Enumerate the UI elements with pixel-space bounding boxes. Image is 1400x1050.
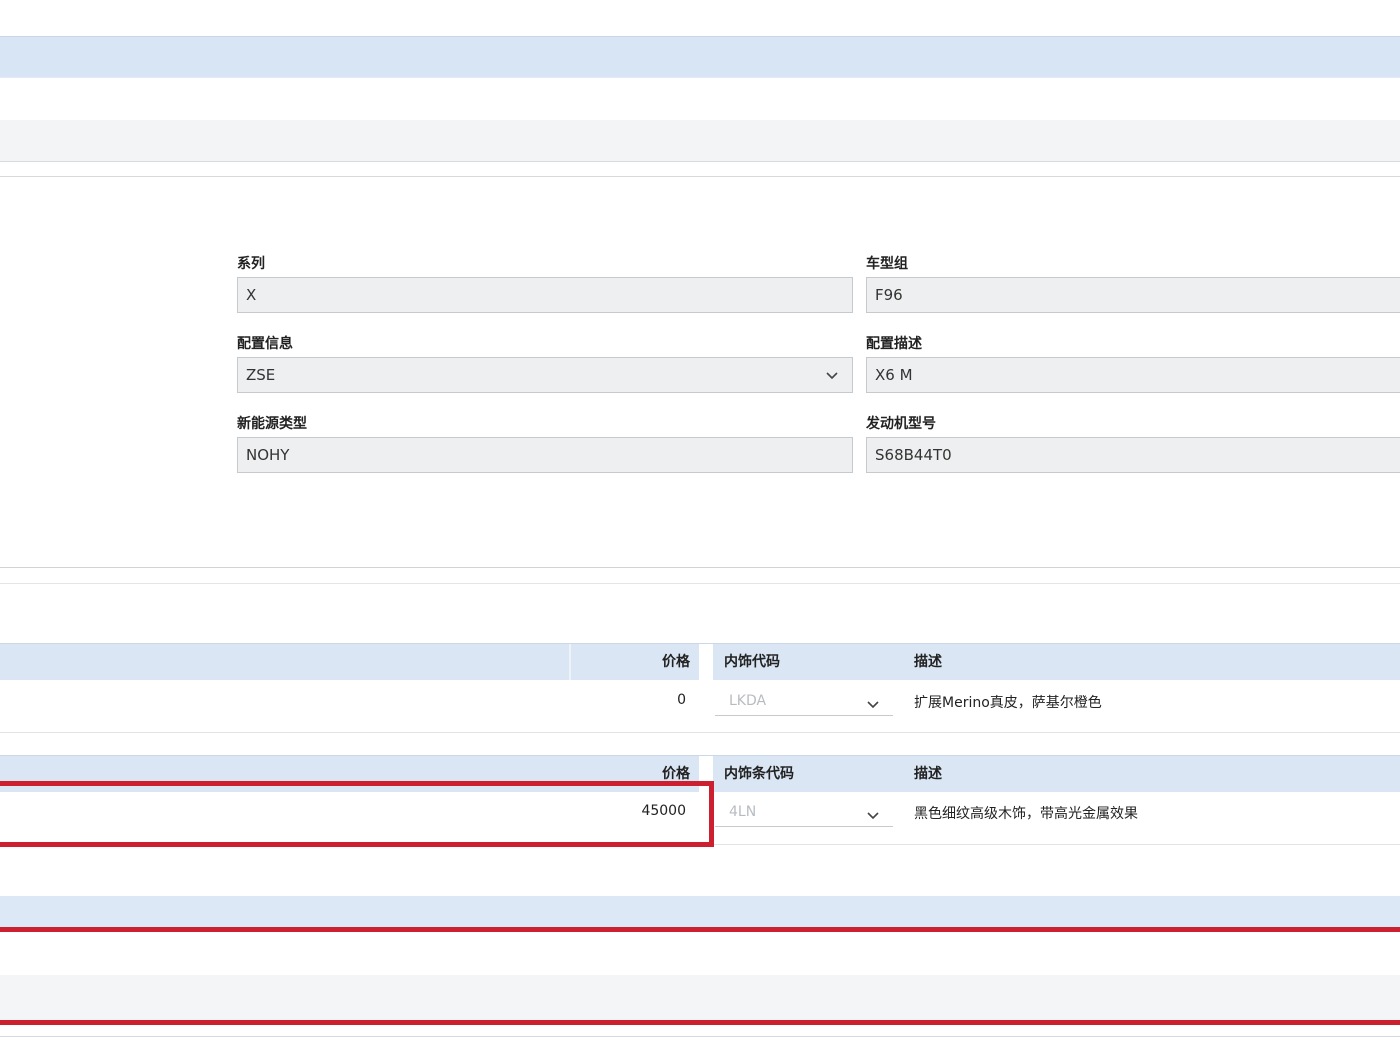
divider (0, 567, 1400, 568)
price-header[interactable]: 价格 (600, 644, 690, 680)
column-separator (699, 644, 713, 680)
highlight-line (0, 927, 1400, 932)
upholstery-code-dropdown[interactable]: LKDA (715, 686, 893, 716)
trim-code-header[interactable]: 内饰条代码 (724, 756, 794, 792)
section-header-band (0, 896, 1400, 928)
chevron-down-icon[interactable] (867, 689, 879, 713)
highlight-box (0, 781, 714, 847)
chevron-down-icon[interactable] (867, 800, 879, 824)
section-toolbar-band (0, 975, 1400, 1020)
field-series: 系列 X (237, 255, 853, 313)
divider (0, 1036, 1400, 1037)
config-info-value: ZSE (246, 366, 276, 384)
series-input[interactable]: X (237, 277, 853, 313)
config-info-select[interactable]: ZSE (237, 357, 853, 393)
config-desc-label: 配置描述 (866, 336, 922, 352)
description-header[interactable]: 描述 (914, 756, 942, 792)
table-row[interactable]: 0 LKDA 扩展Merino真皮，萨基尔橙色 (0, 680, 1400, 733)
divider (0, 176, 1400, 177)
upholstery-table-header: 价格 内饰代码 描述 (0, 643, 1400, 680)
field-model-group: 车型组 F96 (866, 255, 1400, 313)
description-cell: 黑色细纹高级木饰，带高光金属效果 (914, 806, 1138, 822)
chevron-down-icon[interactable] (826, 358, 838, 392)
price-cell: 0 (677, 692, 686, 708)
model-group-input[interactable]: F96 (866, 277, 1400, 313)
field-engine-model: 发动机型号 S68B44T0 (866, 415, 1400, 473)
top-header-band (0, 36, 1400, 78)
series-label: 系列 (237, 256, 265, 272)
page: 系列 X 车型组 F96 配置信息 ZSE 配置描述 X6 M 新能源类型 NO… (0, 0, 1400, 1050)
highlight-line (0, 1020, 1400, 1025)
section-toolbar-band (0, 120, 1400, 162)
new-energy-type-label: 新能源类型 (237, 416, 307, 432)
engine-model-label: 发动机型号 (866, 416, 936, 432)
field-new-energy-type: 新能源类型 NOHY (237, 415, 853, 473)
upholstery-code-header[interactable]: 内饰代码 (724, 644, 780, 680)
trim-code-dropdown[interactable]: 4LN (715, 797, 893, 827)
field-config-desc: 配置描述 X6 M (866, 335, 1400, 393)
config-desc-input[interactable]: X6 M (866, 357, 1400, 393)
field-config-info: 配置信息 ZSE (237, 335, 853, 393)
new-energy-type-input[interactable]: NOHY (237, 437, 853, 473)
config-info-label: 配置信息 (237, 336, 293, 352)
upholstery-code-value: LKDA (729, 693, 767, 709)
model-group-label: 车型组 (866, 256, 908, 272)
column-separator (569, 644, 571, 680)
description-cell: 扩展Merino真皮，萨基尔橙色 (914, 695, 1102, 711)
trim-code-value: 4LN (729, 804, 757, 820)
description-header[interactable]: 描述 (914, 644, 942, 680)
engine-model-input[interactable]: S68B44T0 (866, 437, 1400, 473)
divider (0, 583, 1400, 584)
